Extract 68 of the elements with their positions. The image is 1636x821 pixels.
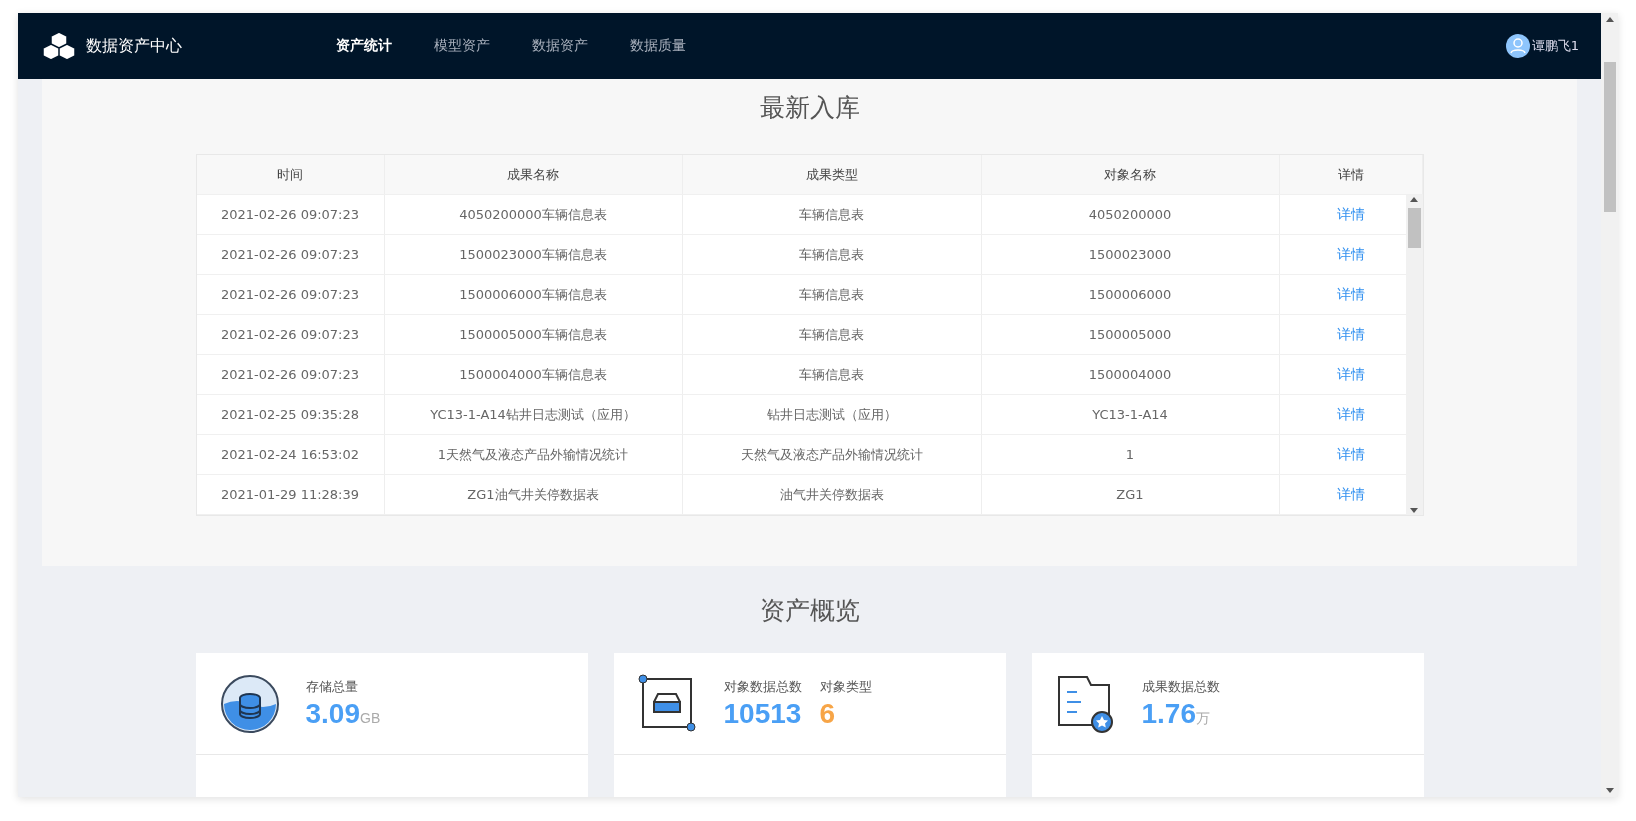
stat-value: 10513 [723,697,802,730]
column-header: 时间 [196,155,385,194]
details-link[interactable]: 详情 [1336,405,1365,424]
page-scrollbar[interactable] [1601,13,1618,797]
table-cell: 2021-02-26 09:07:23 [196,235,385,274]
table-cell: 1500005000 [981,315,1280,354]
table-cell: 天然气及液态产品外输情况统计 [682,435,982,474]
table-cell: 1500023000车辆信息表 [384,235,683,274]
table-cell: 车辆信息表 [682,275,982,314]
cubes-logo-icon [42,31,76,61]
details-link[interactable]: 详情 [1336,245,1365,264]
stat-label: 存储总量 [305,677,359,696]
table-cell: 油气井关停数据表 [682,475,982,514]
stat-value: 3.09GB [305,697,381,730]
nav-tab[interactable]: 模型资产 [434,37,490,55]
table-cell: ZG1油气井关停数据表 [384,475,683,514]
nav-tab[interactable]: 数据资产 [532,37,588,55]
details-link[interactable]: 详情 [1336,205,1365,224]
details-link[interactable]: 详情 [1336,445,1365,464]
table-cell: 1500006000 [981,275,1280,314]
table-cell: 1500023000 [981,235,1280,274]
stat-value: 1.76万 [1141,697,1211,730]
column-header: 对象名称 [981,155,1280,194]
column-header: 成果类型 [682,155,982,194]
table-cell: 2021-02-26 09:07:23 [196,315,385,354]
stat-label: 对象类型 [819,677,872,696]
details-link[interactable]: 详情 [1336,485,1365,504]
user-name[interactable]: 谭鹏飞1 [1531,37,1579,55]
column-header: 详情 [1279,155,1423,194]
document-star-icon [1055,673,1116,734]
table-scrollbar[interactable] [1405,195,1423,515]
section-title: 最新入库 [759,92,860,124]
table-cell: 2021-02-26 09:07:23 [196,195,385,234]
table-cell: YC13-1-A14钻井日志测试（应用） [384,395,683,434]
table-cell: 1500006000车辆信息表 [384,275,683,314]
user-avatar-icon[interactable] [1505,34,1530,58]
table-cell: YC13-1-A14 [981,395,1280,434]
database-icon [219,673,280,734]
column-header: 成果名称 [384,155,683,194]
table-cell: 1500005000车辆信息表 [384,315,683,354]
details-link[interactable]: 详情 [1336,365,1365,384]
nav-tab[interactable]: 资产统计 [336,37,392,55]
app-title: 数据资产中心 [86,35,183,57]
table-cell: 1天然气及液态产品外输情况统计 [384,435,683,474]
details-link[interactable]: 详情 [1336,285,1365,304]
table-cell: 1 [981,435,1280,474]
table-cell: 4050200000车辆信息表 [384,195,683,234]
table-cell: 4050200000 [981,195,1280,234]
table-cell: 1500004000车辆信息表 [384,355,683,394]
table-cell: 车辆信息表 [682,355,982,394]
table-cell: 2021-01-29 11:28:39 [196,475,385,514]
inbox-tray-icon [637,673,698,734]
table-cell: 2021-02-26 09:07:23 [196,275,385,314]
table-cell: 钻井日志测试（应用） [682,395,982,434]
table-cell: ZG1 [981,475,1280,514]
table-cell: 1500004000 [981,355,1280,394]
stat-value: 6 [819,697,837,730]
table-cell: 2021-02-26 09:07:23 [196,355,385,394]
table-cell: 车辆信息表 [682,315,982,354]
table-cell: 车辆信息表 [682,235,982,274]
section-title: 资产概览 [759,595,860,627]
table-cell: 2021-02-24 16:53:02 [196,435,385,474]
nav-tab[interactable]: 数据质量 [630,37,686,55]
table-cell: 2021-02-25 09:35:28 [196,395,385,434]
details-link[interactable]: 详情 [1336,325,1365,344]
table-cell: 车辆信息表 [682,195,982,234]
stat-label: 成果数据总数 [1141,677,1220,696]
stat-label: 对象数据总数 [723,677,802,696]
